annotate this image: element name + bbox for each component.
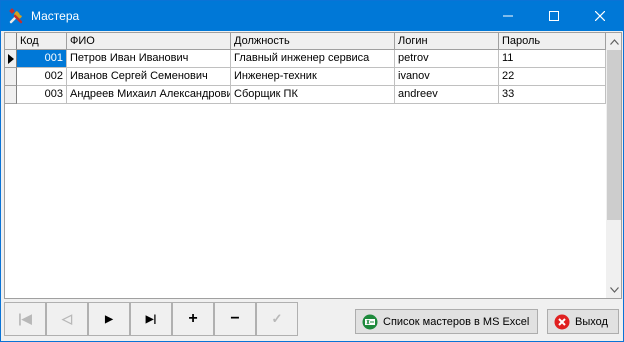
column-header-login[interactable]: Логин — [395, 33, 499, 50]
main-window: Мастера Код ФИО Должность Логин Пароль 0… — [0, 0, 624, 342]
tools-icon — [9, 8, 23, 24]
masters-grid[interactable]: Код ФИО Должность Логин Пароль 001 Петро… — [4, 32, 622, 299]
cell-kod[interactable]: 002 — [17, 68, 67, 86]
column-header-parol[interactable]: Пароль — [499, 33, 606, 50]
nav-next-button[interactable]: ▶ — [88, 302, 130, 336]
exit-label: Выход — [575, 315, 608, 328]
grid-header: Код ФИО Должность Логин Пароль — [5, 33, 606, 50]
nav-first-button[interactable]: |◀ — [4, 302, 46, 336]
maximize-icon — [549, 11, 559, 21]
column-header-fio[interactable]: ФИО — [67, 33, 231, 50]
nav-delete-button[interactable]: − — [214, 302, 256, 336]
excel-export-icon — [362, 314, 378, 329]
cell-kod[interactable]: 001 — [17, 50, 67, 68]
cell-login[interactable]: petrov — [395, 50, 499, 68]
close-icon — [595, 11, 605, 21]
db-navigator: |◀ ◁ ▶ ▶| + − ✓ — [4, 302, 298, 336]
column-header-kod[interactable]: Код — [17, 33, 67, 50]
minimize-icon — [503, 15, 513, 17]
nav-last-button[interactable]: ▶| — [130, 302, 172, 336]
scrollbar-thumb[interactable] — [607, 50, 621, 220]
cell-fio[interactable]: Андреев Михаил Александрович — [67, 86, 231, 104]
scroll-up-button[interactable] — [606, 33, 621, 50]
maximize-button[interactable] — [531, 1, 577, 31]
table-row[interactable]: 003 Андреев Михаил Александрович Сборщик… — [5, 86, 606, 104]
cell-login[interactable]: andreev — [395, 86, 499, 104]
cell-parol[interactable]: 22 — [499, 68, 606, 86]
minimize-button[interactable] — [485, 1, 531, 31]
row-indicator — [5, 68, 17, 86]
cell-dolzhnost[interactable]: Главный инженер сервиса — [231, 50, 395, 68]
cell-login[interactable]: ivanov — [395, 68, 499, 86]
cell-parol[interactable]: 33 — [499, 86, 606, 104]
nav-insert-button[interactable]: + — [172, 302, 214, 336]
nav-prior-button[interactable]: ◁ — [46, 302, 88, 336]
exit-icon — [554, 314, 570, 329]
nav-post-button[interactable]: ✓ — [256, 302, 298, 336]
table-row[interactable]: 002 Иванов Сергей Семенович Инженер-техн… — [5, 68, 606, 86]
cell-fio[interactable]: Петров Иван Иванович — [67, 50, 231, 68]
header-indicator — [5, 33, 17, 50]
row-indicator — [5, 86, 17, 104]
bottom-panel: |◀ ◁ ▶ ▶| + − ✓ Список мастеров в MS Exc… — [4, 301, 620, 341]
window-title: Мастера — [31, 9, 80, 23]
exit-button[interactable]: Выход — [547, 309, 619, 334]
chevron-down-icon — [609, 286, 619, 293]
scroll-down-button[interactable] — [606, 281, 621, 298]
table-row[interactable]: 001 Петров Иван Иванович Главный инженер… — [5, 50, 606, 68]
cell-kod[interactable]: 003 — [17, 86, 67, 104]
row-indicator — [5, 50, 17, 68]
cell-fio[interactable]: Иванов Сергей Семенович — [67, 68, 231, 86]
export-excel-label: Список мастеров в MS Excel — [383, 315, 530, 328]
current-row-arrow-icon — [8, 54, 14, 64]
title-bar[interactable]: Мастера — [1, 1, 623, 31]
export-excel-button[interactable]: Список мастеров в MS Excel — [355, 309, 538, 334]
cell-dolzhnost[interactable]: Сборщик ПК — [231, 86, 395, 104]
close-button[interactable] — [577, 1, 623, 31]
column-header-dolzhnost[interactable]: Должность — [231, 33, 395, 50]
chevron-up-icon — [609, 38, 619, 45]
vertical-scrollbar[interactable] — [606, 33, 621, 298]
cell-parol[interactable]: 11 — [499, 50, 606, 68]
cell-dolzhnost[interactable]: Инженер-техник — [231, 68, 395, 86]
